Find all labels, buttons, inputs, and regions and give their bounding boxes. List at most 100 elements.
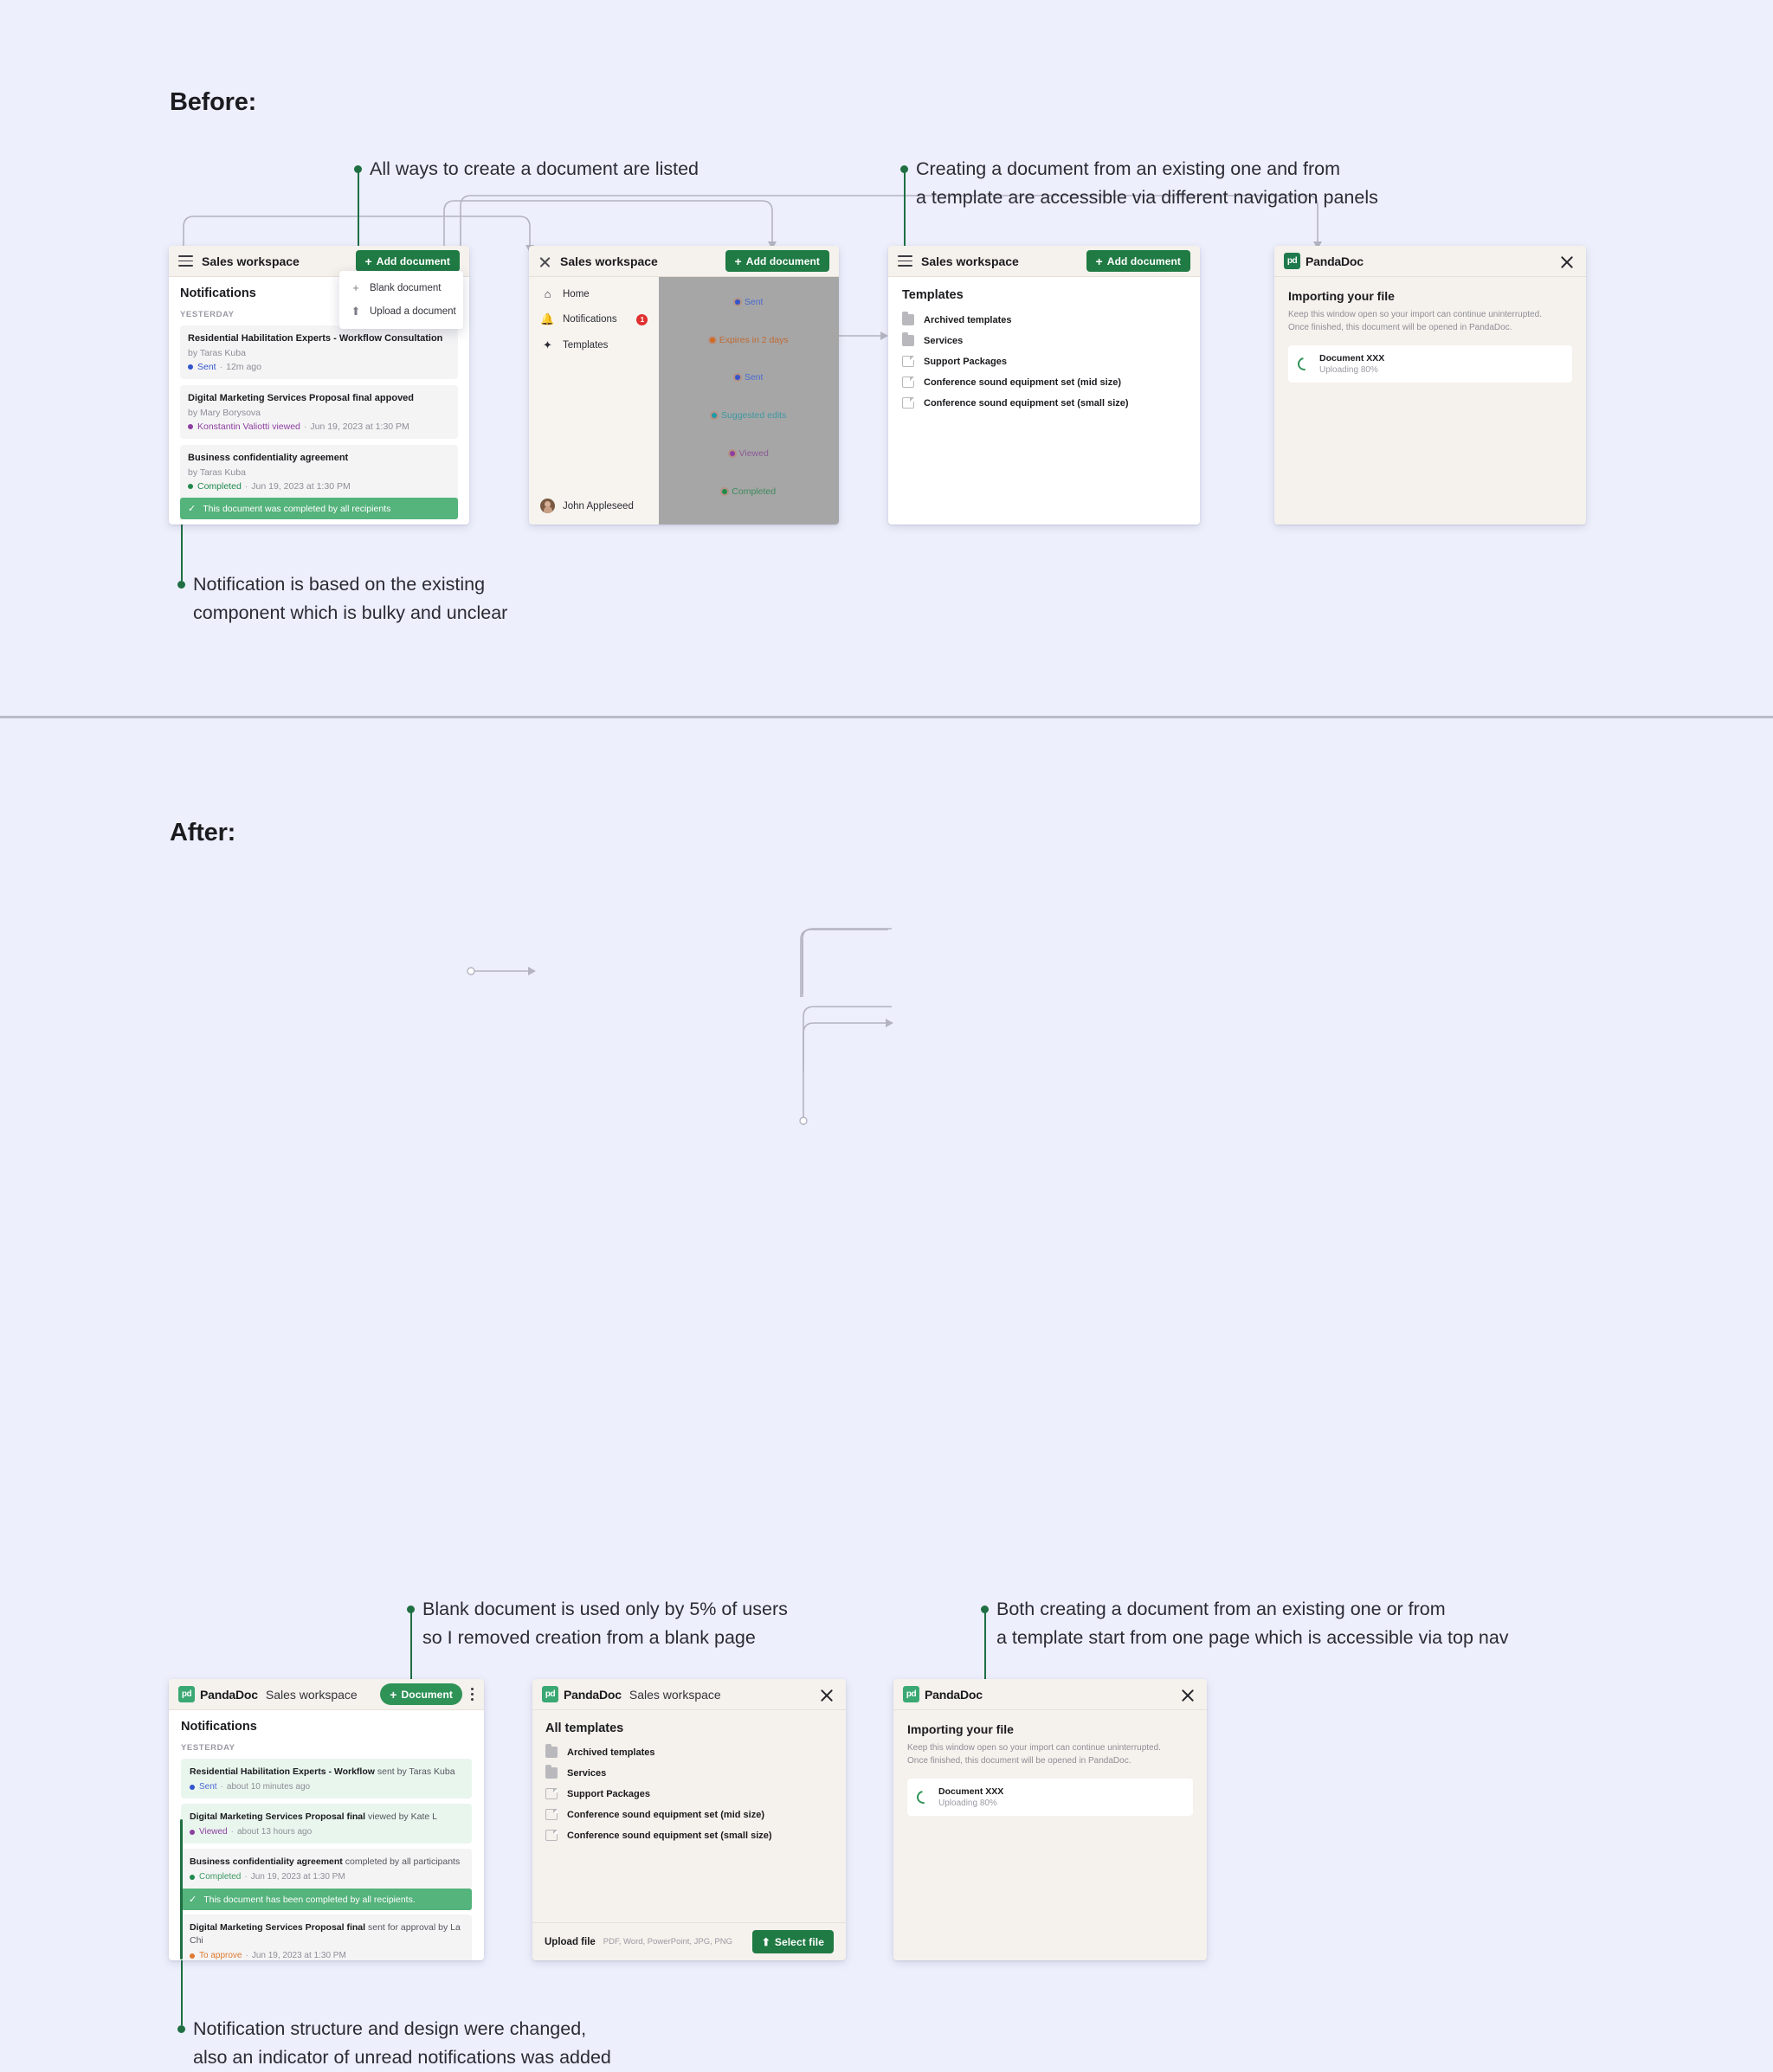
sidebar-item-home[interactable]: ⌂ Home — [540, 287, 648, 300]
close-icon[interactable] — [819, 1687, 835, 1702]
template-list-item[interactable]: Support Packages — [902, 356, 1186, 367]
avatar — [540, 499, 555, 513]
import-body: Importing your file Keep this window ope… — [1274, 277, 1586, 524]
notification-meta: Konstantin Valiotti viewed · Jun 19, 202… — [188, 421, 450, 432]
pandadoc-logo: pd PandaDoc — [178, 1686, 258, 1702]
upload-file-bar: Upload file PDF, Word, PowerPoint, JPG, … — [532, 1922, 846, 1960]
workspace-name: Sales workspace — [560, 254, 658, 268]
sidebar-item-notifications[interactable]: 🔔 Notifications 1 — [540, 312, 648, 326]
document-icon — [902, 397, 914, 409]
upload-info: Document XXX Uploading 80% — [1319, 353, 1384, 375]
completed-banner-text: This document was completed by all recip… — [203, 503, 391, 514]
status-dot — [709, 338, 715, 343]
status-dot — [190, 1953, 195, 1959]
menu-item-upload-document[interactable]: ⬆ Upload a document — [339, 299, 463, 324]
unread-indicator-rail — [180, 1819, 183, 1959]
template-label: Support Packages — [567, 1788, 650, 1799]
annotation-dot — [177, 581, 185, 589]
close-icon[interactable] — [1180, 1687, 1196, 1702]
menu-item-blank-document[interactable]: + Blank document — [339, 276, 463, 299]
upload-icon: ⬆ — [761, 1935, 770, 1948]
plus-icon: + — [352, 281, 359, 294]
folder-icon — [545, 1744, 558, 1758]
notification-row[interactable]: Digital Marketing Services Proposal fina… — [181, 1914, 472, 1960]
notification-time: Jun 19, 2023 at 1:30 PM — [310, 421, 409, 432]
after-window-notifications: pd PandaDoc Sales workspace + Document N… — [169, 1679, 484, 1960]
more-options-icon[interactable] — [471, 1686, 474, 1703]
annotation-after-notification-line1: Notification structure and design were c… — [193, 2018, 587, 2039]
unread-badge: 1 — [636, 313, 648, 325]
spinner-icon — [1295, 355, 1313, 373]
sidebar-item-templates[interactable]: ✦ Templates — [540, 338, 648, 352]
add-document-button[interactable]: + Add document — [355, 250, 460, 272]
notification-row[interactable]: Digital Marketing Services Proposal fina… — [181, 1804, 472, 1844]
template-list-item[interactable]: Conference sound equipment set (mid size… — [545, 1809, 833, 1820]
home-icon: ⌂ — [544, 287, 551, 300]
pandadoc-wordmark: PandaDoc — [925, 1687, 983, 1702]
dim-row-label: Suggested edits — [721, 410, 787, 421]
close-icon[interactable] — [538, 254, 551, 267]
notification-time: Jun 19, 2023 at 1:30 PM — [250, 1872, 345, 1882]
user-profile[interactable]: John Appleseed — [540, 499, 634, 513]
before-section-title: Before: — [170, 88, 257, 116]
pandadoc-logo: pd PandaDoc — [542, 1686, 622, 1702]
select-file-label: Select file — [774, 1935, 824, 1948]
after-window-importing: pd PandaDoc Importing your file Keep thi… — [893, 1679, 1207, 1960]
after-section-title: After: — [170, 819, 236, 846]
pandadoc-logo: pd PandaDoc — [903, 1686, 983, 1702]
pandadoc-mark-icon: pd — [542, 1686, 558, 1702]
sparkle-icon: ✦ — [543, 338, 552, 351]
template-list-item[interactable]: Support Packages — [545, 1788, 833, 1799]
import-title: Importing your file — [1288, 289, 1395, 303]
window-body: All templates Archived templates Service… — [532, 1710, 846, 1922]
template-list-item[interactable]: Conference sound equipment set (mid size… — [902, 376, 1186, 388]
template-list-item[interactable]: Conference sound equipment set (small si… — [902, 397, 1186, 409]
template-list-item[interactable]: Archived templates — [902, 312, 1186, 325]
check-icon: ✓ — [189, 1895, 197, 1905]
template-list-item[interactable]: Services — [902, 332, 1186, 346]
pandadoc-logo: pd PandaDoc — [1284, 253, 1364, 269]
status-dot — [734, 299, 740, 305]
pandadoc-mark-icon: pd — [178, 1686, 195, 1702]
select-file-button[interactable]: ⬆ Select file — [751, 1930, 834, 1953]
notification-time: Jun 19, 2023 at 1:30 PM — [251, 481, 351, 492]
notification-action: sent by Taras Kuba — [374, 1766, 455, 1777]
notification-card[interactable]: Business confidentiality agreement by Ta… — [180, 445, 458, 519]
template-label: Archived templates — [924, 314, 1012, 325]
plus-icon: + — [390, 1687, 397, 1702]
upload-icon: ⬆ — [351, 305, 361, 318]
notification-row[interactable]: Residential Habilitation Experts - Workf… — [181, 1759, 472, 1799]
notification-card[interactable]: Digital Marketing Services Proposal fina… — [180, 385, 458, 439]
completed-banner: ✓ This document has been completed by al… — [181, 1889, 472, 1910]
notification-title: Residential Habilitation Experts - Workf… — [188, 333, 443, 344]
template-label: Conference sound equipment set (small si… — [924, 397, 1129, 409]
add-document-button[interactable]: + Document — [380, 1683, 462, 1705]
after-section: After: Blank document is used only by 5%… — [0, 718, 1773, 2068]
add-document-button[interactable]: + Add document — [725, 250, 829, 272]
uploading-document-name: Document XXX — [938, 1786, 1004, 1797]
meta-separator: · — [245, 1951, 248, 1960]
template-list-item[interactable]: Conference sound equipment set (small si… — [545, 1830, 833, 1841]
pandadoc-mark-icon: pd — [903, 1686, 919, 1702]
add-document-button[interactable]: + Add document — [1086, 250, 1190, 272]
notification-text: Business confidentiality agreement compl… — [190, 1856, 463, 1869]
template-label: Conference sound equipment set (mid size… — [567, 1809, 764, 1820]
meta-separator: · — [230, 1827, 234, 1837]
menu-item-label: Blank document — [370, 282, 442, 293]
after-flow-connectors-2 — [799, 1019, 893, 1125]
template-list-item[interactable]: Archived templates — [545, 1744, 833, 1758]
notification-card[interactable]: Residential Habilitation Experts - Workf… — [180, 325, 458, 379]
notification-title: Digital Marketing Services Proposal fina… — [188, 393, 415, 403]
document-icon — [902, 356, 914, 367]
close-icon[interactable] — [1559, 254, 1575, 269]
annotation-nav-panels-line2: a template are accessible via different … — [916, 187, 1378, 208]
notification-row[interactable]: Business confidentiality agreement compl… — [181, 1849, 472, 1910]
pandadoc-mark-icon: pd — [1284, 253, 1300, 269]
notification-status: Konstantin Valiotti viewed — [197, 421, 300, 432]
hamburger-menu-icon[interactable] — [178, 255, 193, 267]
spinner-icon — [914, 1788, 932, 1806]
template-list-item[interactable]: Services — [545, 1765, 833, 1779]
hamburger-menu-icon[interactable] — [898, 255, 912, 267]
before-section: Before: All ways to create a document ar… — [0, 0, 1773, 716]
annotation-one-page-line1: Both creating a document from an existin… — [996, 1599, 1446, 1619]
